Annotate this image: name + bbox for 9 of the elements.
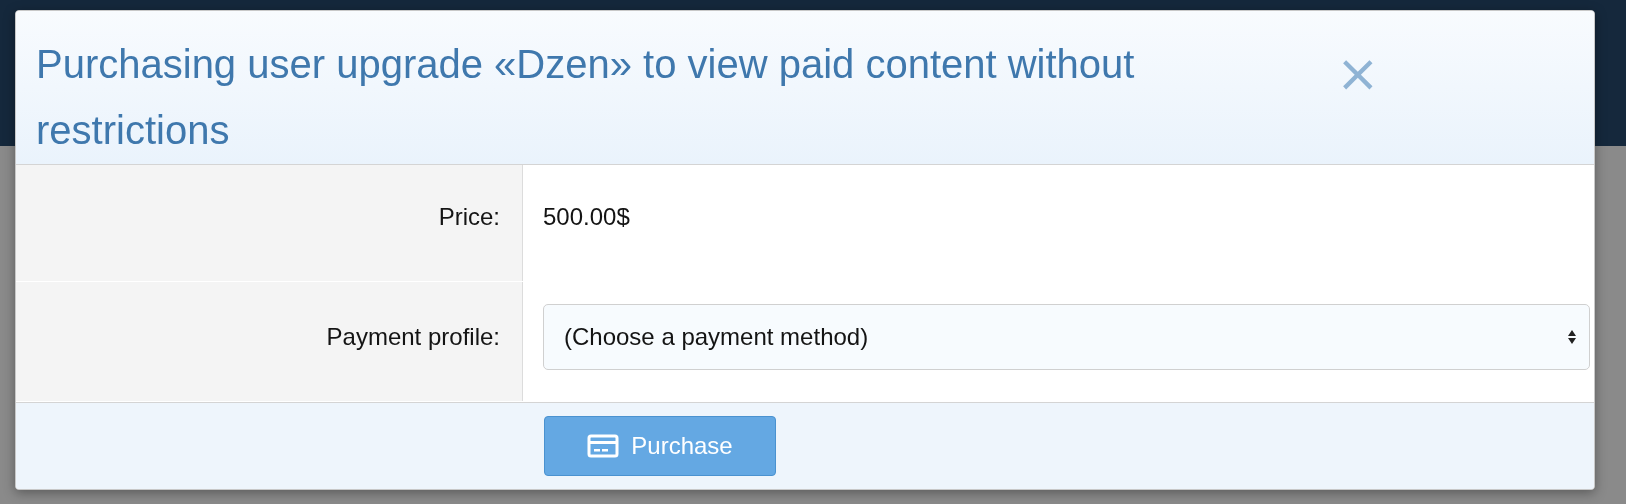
price-value: 500.00$ (543, 203, 630, 231)
credit-card-icon (587, 434, 620, 458)
field-label: Price: (438, 203, 500, 231)
dialog-title: Purchasing user upgrade «Dzen» to view paid content without restrictions (36, 41, 1136, 154)
select-arrows-icon (1567, 328, 1577, 345)
field-label: Payment profile: (326, 322, 500, 351)
close-button[interactable]: × (1336, 47, 1380, 99)
purchase-button[interactable]: Purchase (544, 416, 776, 476)
payment-select[interactable]: (Choose a payment method) (543, 303, 1590, 370)
